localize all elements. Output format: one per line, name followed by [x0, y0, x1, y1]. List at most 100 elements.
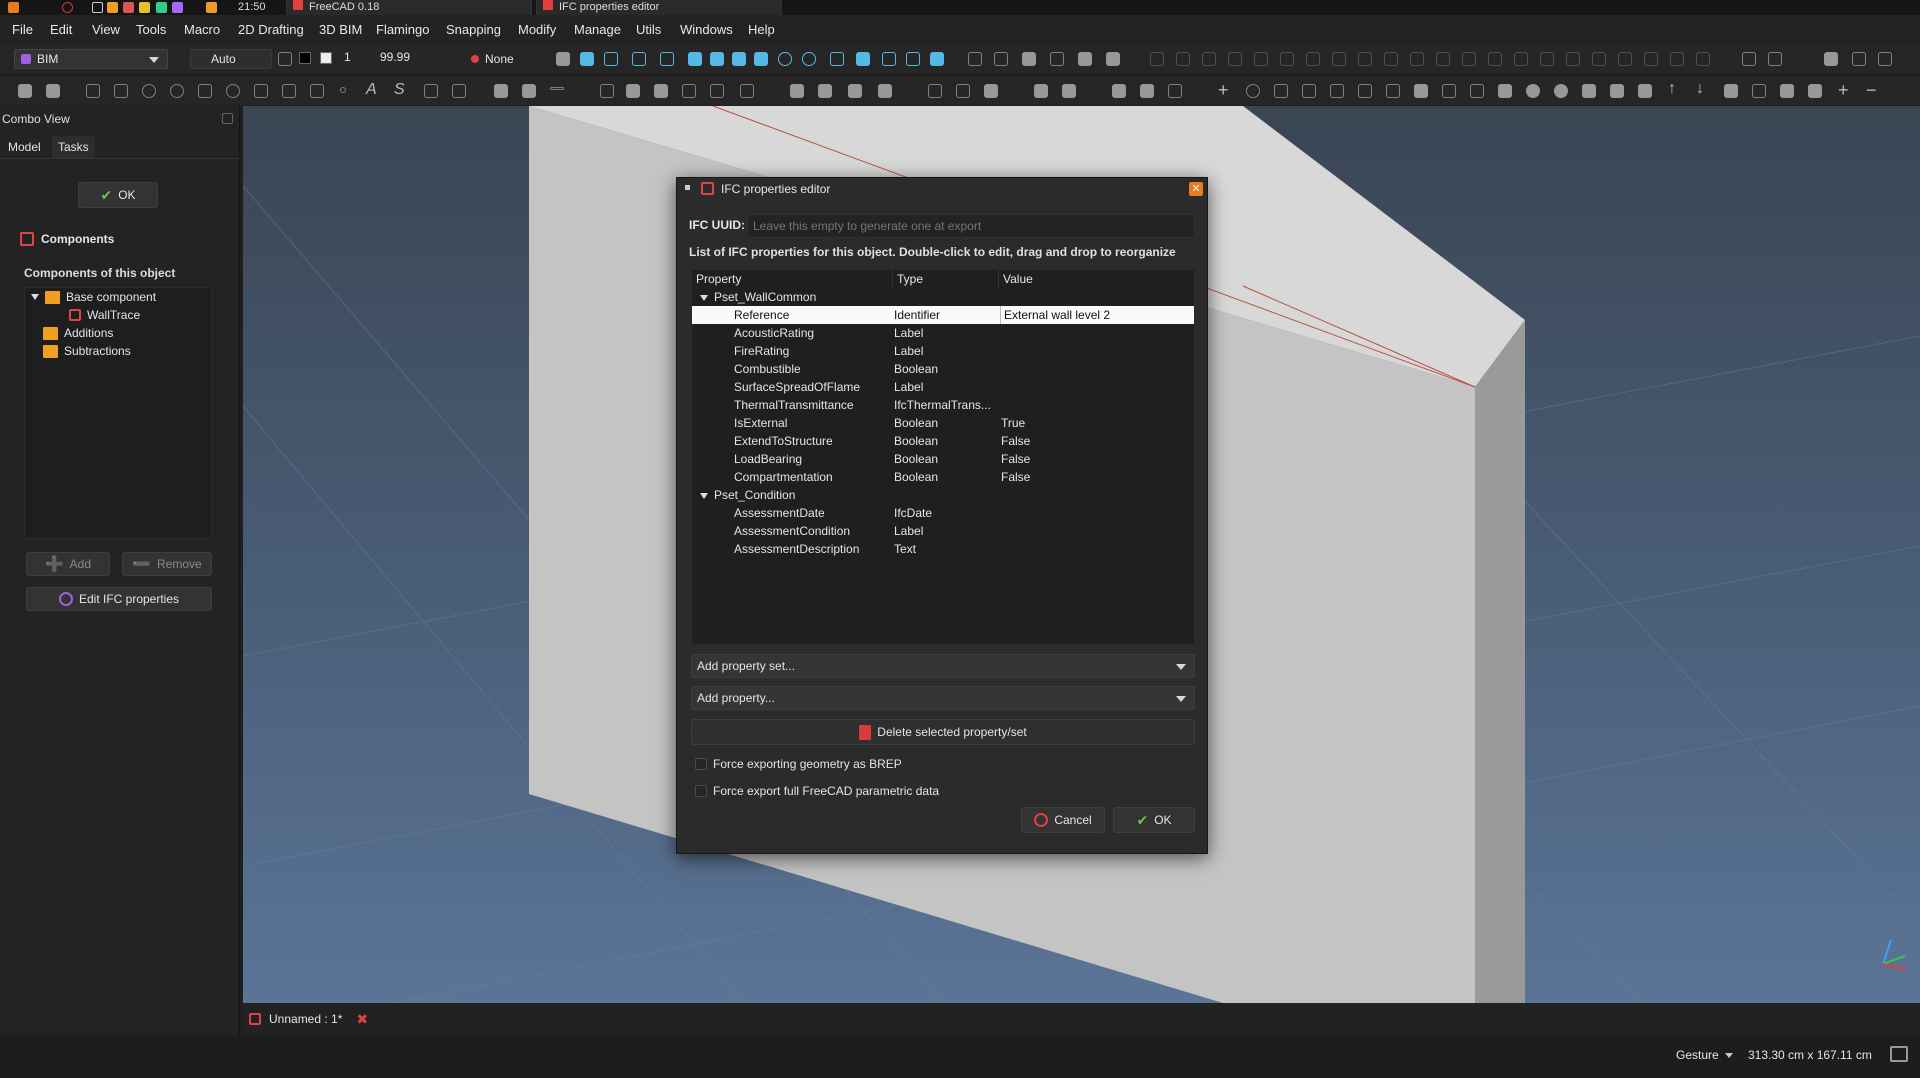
- line-width-spinbox[interactable]: 1: [344, 50, 351, 64]
- door-icon[interactable]: [710, 84, 724, 98]
- property-row[interactable]: SurfaceSpreadOfFlame Label: [692, 378, 1194, 396]
- files-icon[interactable]: [107, 2, 118, 13]
- tool-u-icon[interactable]: [1670, 52, 1684, 66]
- column-header-value[interactable]: Value: [998, 270, 1033, 288]
- part-icon[interactable]: [18, 84, 32, 98]
- tool-h-icon[interactable]: [1332, 52, 1346, 66]
- property-row[interactable]: LoadBearing Boolean False: [692, 450, 1194, 468]
- tree-item-walltrace[interactable]: WallTrace: [69, 306, 140, 324]
- stretch-icon[interactable]: [1470, 84, 1484, 98]
- desktop-icon[interactable]: [92, 2, 103, 13]
- remove-component-icon[interactable]: [1610, 84, 1624, 98]
- property-row[interactable]: AssessmentDate IfcDate: [692, 504, 1194, 522]
- ok-button[interactable]: ✔ OK: [1113, 807, 1195, 833]
- menu-modify[interactable]: Modify: [518, 22, 556, 37]
- building-icon[interactable]: [956, 84, 970, 98]
- property-row[interactable]: AcousticRating Label: [692, 324, 1194, 342]
- uuid-input[interactable]: [747, 214, 1195, 238]
- tool-a-icon[interactable]: [1150, 52, 1164, 66]
- edit-ifc-properties-button[interactable]: Edit IFC properties: [26, 587, 212, 611]
- property-row[interactable]: IsExternal Boolean True: [692, 414, 1194, 432]
- tool-z-icon[interactable]: [1878, 52, 1892, 66]
- force-parametric-checkbox[interactable]: [695, 785, 707, 797]
- property-row[interactable]: ThermalTransmittance IfcThermalTrans...: [692, 396, 1194, 414]
- snap-near-icon[interactable]: [882, 52, 896, 66]
- project-icon[interactable]: [1140, 84, 1154, 98]
- survey-icon[interactable]: [1780, 84, 1794, 98]
- subtract-icon[interactable]: [1554, 84, 1568, 98]
- arc-3pts-icon[interactable]: [198, 84, 212, 98]
- workbench-selector[interactable]: BIM: [14, 49, 168, 69]
- menu-manage[interactable]: Manage: [574, 22, 621, 37]
- bspline-icon[interactable]: [282, 84, 296, 98]
- browser-icon[interactable]: [123, 2, 134, 13]
- magnet-icon[interactable]: [1742, 52, 1756, 66]
- line-icon[interactable]: [86, 84, 100, 98]
- snap-midpoint-icon[interactable]: [632, 52, 646, 66]
- snap-dimensions-icon[interactable]: [906, 52, 920, 66]
- freecad-launcher-icon[interactable]: [206, 2, 217, 13]
- dialog-titlebar[interactable]: IFC properties editor ✕: [677, 178, 1207, 200]
- navigation-style-selector[interactable]: Gesture: [1676, 1048, 1733, 1062]
- property-row[interactable]: Reference Identifier External wall level…: [692, 306, 1194, 324]
- property-set-row[interactable]: Pset_Condition: [692, 486, 1194, 504]
- tree-item-subtractions[interactable]: Subtractions: [43, 342, 131, 360]
- snap-perpendicular-icon[interactable]: [660, 52, 674, 66]
- tool-l-icon[interactable]: [1436, 52, 1450, 66]
- arrow-down-icon[interactable]: ↓: [1696, 80, 1704, 98]
- tab-model[interactable]: Model: [2, 136, 47, 158]
- tool-q-icon[interactable]: [1566, 52, 1580, 66]
- tool-k-icon[interactable]: [1410, 52, 1424, 66]
- schedule-icon[interactable]: [1062, 84, 1076, 98]
- equipment-icon[interactable]: [790, 84, 804, 98]
- rectangle-icon[interactable]: [254, 84, 268, 98]
- snap-ortho-icon[interactable]: [830, 52, 844, 66]
- tool-y-icon[interactable]: [1852, 52, 1866, 66]
- remove-component-button[interactable]: ➖ Remove: [122, 552, 212, 576]
- text-icon[interactable]: A: [366, 81, 377, 99]
- monitor-icon[interactable]: [1890, 1046, 1908, 1062]
- property-row[interactable]: ExtendToStructure Boolean False: [692, 432, 1194, 450]
- arrow-up-icon[interactable]: ↑: [1668, 80, 1676, 98]
- edit-icon[interactable]: [1386, 84, 1400, 98]
- tool-c-icon[interactable]: [1202, 52, 1216, 66]
- clone-tool-icon[interactable]: [1498, 84, 1512, 98]
- tool-p-icon[interactable]: [1540, 52, 1554, 66]
- circle-icon[interactable]: [142, 84, 156, 98]
- zoom-in-icon[interactable]: +: [1838, 80, 1849, 101]
- space-icon[interactable]: [1034, 84, 1048, 98]
- terminal-icon[interactable]: [156, 2, 167, 13]
- menu-snapping[interactable]: Snapping: [446, 22, 501, 37]
- tab-tasks[interactable]: Tasks: [52, 136, 95, 158]
- tool-m-icon[interactable]: [1462, 52, 1476, 66]
- join-icon[interactable]: [1330, 84, 1344, 98]
- snap-grid-icon[interactable]: [688, 52, 702, 66]
- menu-tools[interactable]: Tools: [136, 22, 166, 37]
- line-color-swatch[interactable]: [299, 52, 311, 64]
- wall-icon[interactable]: [494, 84, 508, 98]
- menu-flamingo[interactable]: Flamingo: [376, 22, 429, 37]
- column-header-type[interactable]: Type: [892, 270, 923, 288]
- menu-file[interactable]: File: [12, 22, 33, 37]
- wall-side-face[interactable]: [1475, 320, 1525, 1003]
- grid-icon[interactable]: [556, 52, 570, 66]
- menu-view[interactable]: View: [92, 22, 120, 37]
- menu-utils[interactable]: Utils: [636, 22, 661, 37]
- undock-icon[interactable]: [222, 113, 233, 124]
- delete-property-button[interactable]: Delete selected property/set: [691, 719, 1195, 745]
- font-size-spinbox[interactable]: 99.99: [380, 50, 410, 64]
- page-icon[interactable]: [1078, 52, 1092, 66]
- split-icon[interactable]: [1638, 84, 1652, 98]
- property-row[interactable]: Compartmentation Boolean False: [692, 468, 1194, 486]
- menu-3d-bim[interactable]: 3D BIM: [319, 22, 362, 37]
- property-row[interactable]: AssessmentCondition Label: [692, 522, 1194, 540]
- tool-d-icon[interactable]: [1228, 52, 1242, 66]
- task-ok-button[interactable]: ✔ OK: [78, 182, 158, 208]
- view-icon[interactable]: [1022, 52, 1036, 66]
- clone-icon[interactable]: [1050, 52, 1064, 66]
- tool-i-icon[interactable]: [1358, 52, 1372, 66]
- label-icon[interactable]: [452, 84, 466, 98]
- shapestring-icon[interactable]: S: [394, 81, 405, 99]
- wire-icon[interactable]: [114, 84, 128, 98]
- add-component-button[interactable]: ➕ Add: [26, 552, 110, 576]
